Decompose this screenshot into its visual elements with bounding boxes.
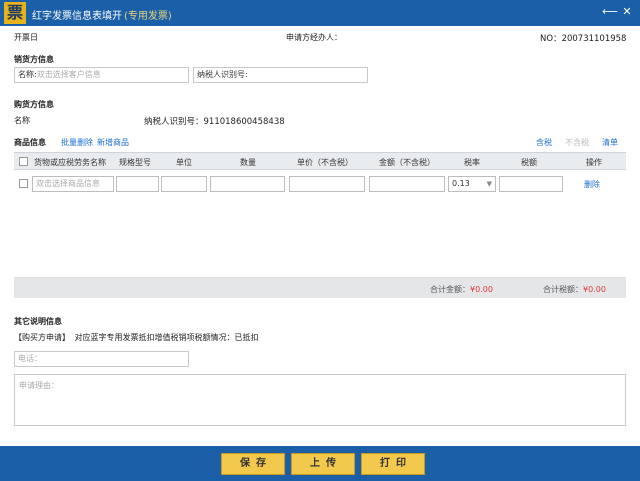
goods-table-body: 双击选择商品信息 0.13 ▼ 删除 — [14, 170, 626, 278]
total-tax: 合计税额：¥0.00 — [543, 284, 606, 295]
goods-section-title: 商品信息 — [14, 138, 46, 147]
row-spec-input[interactable] — [116, 176, 159, 192]
buyer-apply-text: 【购买方申请】 对应蓝字专用发票抵扣增值税销项税额情况：已抵扣 — [14, 332, 259, 343]
window-title-text: 红字发票信息表填开 — [32, 11, 122, 22]
total-amount: 合计金额：¥0.00 — [430, 284, 493, 295]
save-button[interactable]: 保存 — [221, 453, 285, 475]
row-quantity-input[interactable] — [210, 176, 285, 192]
footer-bar: 保存 上传 打印 — [0, 446, 640, 481]
buyer-apply-label: 【购买方申请】 — [14, 333, 70, 342]
buyer-tax-id-value: 911018600458438 — [203, 117, 285, 127]
row-name-input[interactable]: 双击选择商品信息 — [32, 176, 114, 192]
print-button[interactable]: 打印 — [361, 453, 425, 475]
invoice-number-value: 200731101958 — [561, 34, 627, 44]
seller-name-input[interactable]: 名称:双击选择客户信息 — [14, 67, 189, 83]
buyer-tax-id-label: 纳税人识别号： — [144, 117, 204, 127]
select-all-checkbox[interactable] — [19, 157, 28, 166]
col-amount: 金额（不含税） — [379, 158, 435, 167]
col-name: 货物或应税劳务名称 — [34, 158, 106, 167]
tax-excluded-toggle[interactable]: 不含税 — [565, 137, 589, 148]
row-unit-input[interactable] — [161, 176, 207, 192]
invoice-number-label: NO： — [540, 34, 562, 44]
row-delete-link[interactable]: 删除 — [584, 179, 600, 190]
seller-name-placeholder: 双击选择客户信息 — [36, 70, 101, 79]
col-unit: 单位 — [176, 158, 192, 167]
col-spec: 规格型号 — [119, 158, 151, 167]
back-icon[interactable]: ⟵ — [602, 5, 618, 19]
redacted-date — [48, 28, 120, 46]
col-tax-amount: 税额 — [521, 158, 537, 167]
seller-tax-id-input[interactable]: 纳税人识别号: — [193, 67, 368, 83]
invoice-app-icon: 票 — [4, 2, 26, 24]
row-checkbox[interactable] — [19, 179, 28, 188]
col-unit-price: 单价（不含税） — [297, 158, 353, 167]
deduction-statement: 对应蓝字专用发票抵扣增值税销项税额情况：已抵扣 — [74, 333, 259, 342]
phone-input[interactable]: 电话： — [14, 351, 189, 367]
list-link[interactable]: 清单 — [602, 137, 618, 148]
row-unit-price-input[interactable] — [289, 176, 365, 192]
reason-textarea[interactable]: 申请理由： — [14, 374, 626, 426]
total-tax-value: ¥0.00 — [583, 285, 606, 294]
invoice-date-label: 开票日 — [14, 33, 38, 42]
window-subtitle: (专用发票) — [124, 11, 172, 22]
window-title: 红字发票信息表填开 (专用发票) — [32, 7, 172, 22]
buyer-name-label: 名称 — [14, 116, 30, 125]
col-quantity: 数量 — [240, 158, 256, 167]
total-amount-value: ¥0.00 — [470, 285, 493, 294]
add-item-link[interactable]: 新增商品 — [97, 137, 129, 148]
col-action: 操作 — [586, 158, 602, 167]
row-amount-input[interactable] — [369, 176, 445, 192]
redacted-buyer-name — [62, 92, 106, 134]
title-bar: 票 红字发票信息表填开 (专用发票) ⟵ ✕ — [0, 0, 640, 26]
form-content: 开票日 申请方经办人： NO：200731101958 销货方信息 名称:双击选… — [0, 26, 640, 446]
batch-delete-link[interactable]: 批量删除 — [61, 137, 93, 148]
seller-tax-id-label: 纳税人识别号: — [197, 70, 248, 79]
totals-bar: 合计金额：¥0.00 合计税额：¥0.00 — [14, 278, 626, 298]
seller-name-label: 名称: — [18, 70, 37, 79]
upload-button[interactable]: 上传 — [291, 453, 355, 475]
redacted-applicant — [346, 28, 376, 46]
chevron-down-icon: ▼ — [486, 180, 492, 188]
tax-included-toggle[interactable]: 含税 — [536, 137, 552, 148]
buyer-tax-id: 纳税人识别号：911018600458438 — [144, 115, 285, 127]
applicant-label: 申请方经办人： — [286, 33, 342, 42]
goods-table-header: 货物或应税劳务名称 规格型号 单位 数量 单价（不含税） 金额（不含税） 税率 … — [14, 152, 626, 170]
invoice-number: NO：200731101958 — [540, 32, 626, 44]
total-tax-label: 合计税额： — [543, 285, 583, 294]
col-tax-rate: 税率 — [464, 158, 480, 167]
row-tax-amount-input[interactable] — [499, 176, 563, 192]
buyer-section-title: 购货方信息 — [14, 100, 54, 109]
row-tax-rate-value: 0.13 — [452, 179, 470, 188]
seller-section-title: 销货方信息 — [14, 55, 54, 64]
other-section-title: 其它说明信息 — [14, 317, 62, 326]
total-amount-label: 合计金额： — [430, 285, 470, 294]
close-icon[interactable]: ✕ — [620, 5, 634, 19]
row-tax-rate-select[interactable]: 0.13 ▼ — [448, 176, 496, 192]
